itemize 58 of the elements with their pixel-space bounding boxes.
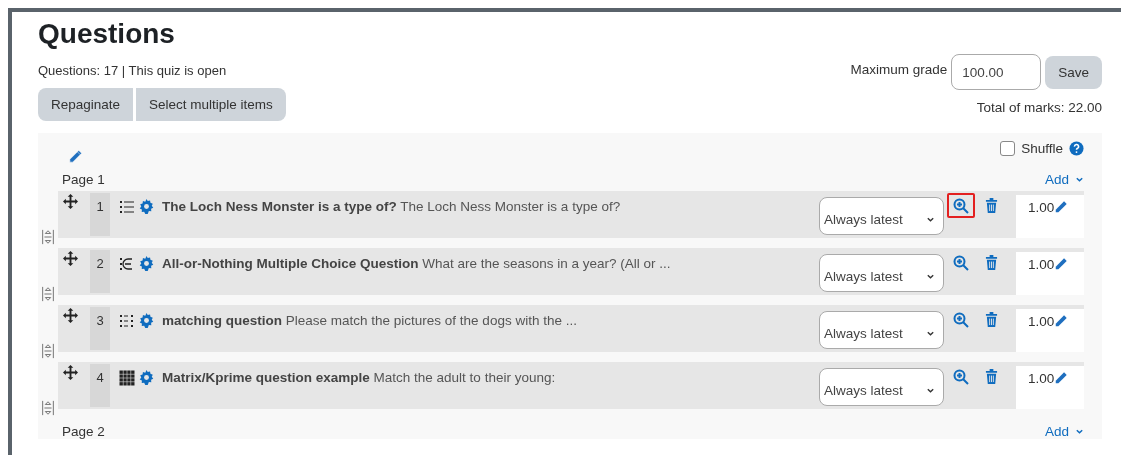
move-icon[interactable]: [63, 308, 78, 323]
preview-zoom-icon[interactable]: [953, 198, 969, 214]
pencil-icon[interactable]: [1054, 371, 1069, 385]
settings-icon[interactable]: [139, 313, 154, 328]
move-icon[interactable]: [63, 251, 78, 266]
question-text: Matrix/Kprime question example Match the adult to their young:: [162, 370, 557, 385]
mark-field[interactable]: 1.00: [1016, 252, 1084, 295]
action-button[interactable]: Select multiple items: [136, 88, 286, 121]
move-icon[interactable]: [63, 365, 78, 380]
maximum-grade-label: Maximum grade: [850, 61, 948, 77]
mark-field[interactable]: 1.00: [1016, 309, 1084, 352]
action-button[interactable]: Repaginate: [38, 88, 134, 121]
question-text: The Loch Ness Monster is a type of? The Loch Ness Monster is a type of?: [162, 199, 622, 214]
total-marks: Total of marks: 22.00: [976, 100, 1102, 115]
version-select[interactable]: Always latest: [819, 311, 944, 349]
shuffle-checkbox[interactable]: [1000, 141, 1016, 156]
add-menu-link[interactable]: Add: [1044, 172, 1084, 187]
version-select[interactable]: Always latest: [819, 197, 944, 235]
question-number: 4: [90, 364, 110, 407]
chevron-down-icon: [1075, 175, 1084, 184]
settings-icon[interactable]: [139, 199, 154, 214]
mark-field[interactable]: 1.00: [1016, 195, 1084, 238]
move-icon[interactable]: [63, 194, 78, 209]
quiz-summary: Questions: 17 | This quiz is open: [38, 63, 228, 78]
page-label: Page 2: [62, 424, 105, 439]
element-of-list-icon: [119, 256, 135, 272]
version-select[interactable]: Always latest: [819, 254, 944, 292]
chevron-down-icon: [1075, 427, 1084, 436]
pencil-icon[interactable]: [1054, 257, 1069, 271]
delete-trash-icon[interactable]: [985, 369, 998, 384]
list-icon: [119, 199, 135, 215]
add-menu-link[interactable]: Add: [1044, 424, 1084, 439]
pencil-icon[interactable]: [1054, 314, 1069, 328]
page-title: Questions: [38, 18, 176, 50]
question-text: matching question Please match the pictures of the dogs with the ...: [162, 313, 578, 328]
question-text: All-or-Nothing Multiple Choice Question What are the seasons in a year? (All or ...: [162, 256, 672, 271]
edit-pencil-icon[interactable]: [68, 149, 83, 164]
question-number: 3: [90, 307, 110, 350]
question-number: 1: [90, 193, 110, 236]
dotted-list-icon: [119, 313, 135, 329]
shuffle-label: Shuffle: [1021, 141, 1063, 156]
delete-trash-icon[interactable]: [985, 255, 998, 270]
settings-icon[interactable]: [139, 256, 154, 271]
preview-zoom-icon[interactable]: [953, 255, 969, 271]
question-number: 2: [90, 250, 110, 293]
pencil-icon[interactable]: [1054, 200, 1069, 214]
settings-icon[interactable]: [139, 370, 154, 385]
page-label: Page 1: [62, 172, 105, 187]
delete-trash-icon[interactable]: [985, 312, 998, 327]
grid-icon: [119, 370, 135, 386]
help-icon[interactable]: [1069, 141, 1084, 156]
maximum-grade-field[interactable]: 100.00: [951, 54, 1042, 90]
preview-zoom-icon[interactable]: [953, 369, 969, 385]
save-button[interactable]: Save: [1045, 55, 1102, 89]
mark-field[interactable]: 1.00: [1016, 366, 1084, 409]
version-select[interactable]: Always latest: [819, 368, 944, 406]
delete-trash-icon[interactable]: [985, 198, 998, 213]
preview-zoom-icon[interactable]: [953, 312, 969, 328]
